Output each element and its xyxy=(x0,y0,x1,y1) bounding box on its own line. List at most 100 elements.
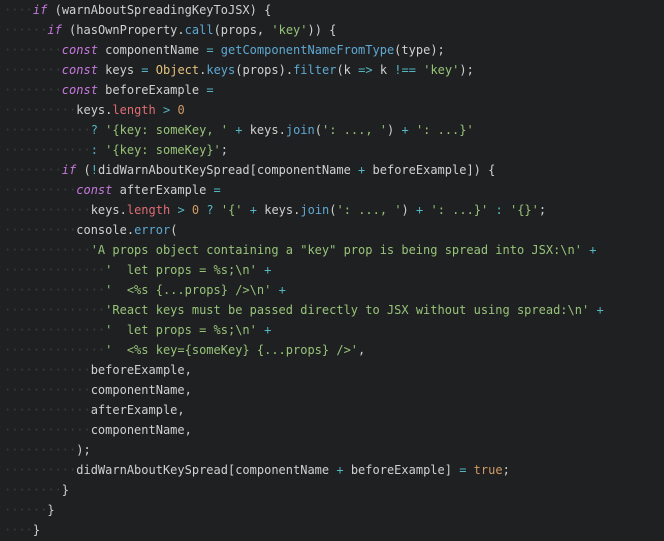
token-pn: , xyxy=(358,343,365,357)
token-id: beforeExample xyxy=(105,83,199,97)
token-ws: ······ xyxy=(4,503,47,517)
code-line: ············componentName, xyxy=(4,383,192,397)
token-pn xyxy=(214,43,221,57)
token-dec: const xyxy=(62,83,98,97)
token-op: ! xyxy=(91,163,98,177)
token-op: + xyxy=(279,283,286,297)
token-ws: ·········· xyxy=(4,443,76,457)
token-num: 0 xyxy=(177,103,184,117)
token-pn: ( xyxy=(336,63,343,77)
token-str: '{key: someKey, ' xyxy=(105,123,228,137)
token-op: : xyxy=(496,203,503,217)
token-pn xyxy=(206,183,213,197)
token-id: hasOwnProperty xyxy=(76,23,177,37)
token-fn: getComponentNameFromType xyxy=(221,43,394,57)
code-line: ········const keys = Object.keys(props).… xyxy=(4,63,474,77)
code-line: ··········const afterExample = xyxy=(4,183,221,197)
token-pn: ; xyxy=(221,143,228,157)
token-str: '{' xyxy=(221,203,243,217)
token-pn xyxy=(214,203,221,217)
token-ws: ············ xyxy=(4,383,91,397)
code-line: ··········console.error( xyxy=(4,223,177,237)
token-str: ': ...}' xyxy=(430,203,488,217)
token-str: '{key: someKey}' xyxy=(105,143,221,157)
token-id: keys xyxy=(76,103,105,117)
token-pn xyxy=(149,63,156,77)
token-op: = xyxy=(214,183,221,197)
token-pn: ; xyxy=(503,463,510,477)
token-ws: ············ xyxy=(4,403,91,417)
token-id: k xyxy=(344,63,351,77)
token-op: = xyxy=(206,83,213,97)
token-ws: ············ xyxy=(4,423,91,437)
token-pn xyxy=(351,163,358,177)
code-line: ··············' let props = %s;\n' + xyxy=(4,323,271,337)
token-pn: ] xyxy=(445,463,459,477)
token-ws: ·········· xyxy=(4,223,76,237)
code-line: ············componentName, xyxy=(4,423,192,437)
token-kw: if xyxy=(62,163,76,177)
code-line: ····} xyxy=(4,523,40,537)
token-ws: ·············· xyxy=(4,263,105,277)
token-id: props xyxy=(221,23,257,37)
token-ws: ·············· xyxy=(4,343,105,357)
token-op: !== xyxy=(394,63,416,77)
token-pn xyxy=(344,463,351,477)
token-id: warnAboutSpreadingKeyToJSX xyxy=(62,3,250,17)
token-bool: true xyxy=(474,463,503,477)
token-str: ' <%s key={someKey} {...props} />' xyxy=(105,343,358,357)
token-id: beforeExample xyxy=(91,363,185,377)
token-id: k xyxy=(380,63,387,77)
token-pn xyxy=(271,283,278,297)
token-pn xyxy=(156,103,163,117)
token-pn xyxy=(112,183,119,197)
token-ws: ·············· xyxy=(4,283,105,297)
token-pn: . xyxy=(120,203,127,217)
token-fn: keys xyxy=(206,63,235,77)
token-op: + xyxy=(336,463,343,477)
token-str: ' <%s {...props} />\n' xyxy=(105,283,271,297)
token-pn: , xyxy=(185,363,192,377)
token-ws: ········ xyxy=(4,63,62,77)
token-ws: ········ xyxy=(4,163,62,177)
code-line: ······} xyxy=(4,503,55,517)
token-op: > xyxy=(177,203,184,217)
token-pn xyxy=(243,203,250,217)
code-line: ········const componentName = getCompone… xyxy=(4,43,445,57)
token-ws: ···· xyxy=(4,523,33,537)
code-line: ············beforeExample, xyxy=(4,363,192,377)
token-pn xyxy=(185,203,192,217)
token-id: componentName xyxy=(235,463,329,477)
token-ws: ·············· xyxy=(4,323,105,337)
token-str: ' let props = %s;\n' xyxy=(105,323,257,337)
token-ws: ············ xyxy=(4,363,91,377)
code-line: ············? '{key: someKey, ' + keys.j… xyxy=(4,123,474,137)
token-pn xyxy=(409,123,416,137)
token-op: = xyxy=(206,43,213,57)
token-kw: if xyxy=(47,23,61,37)
token-pn xyxy=(503,203,510,217)
token-pn: ) xyxy=(402,203,416,217)
token-prop: length xyxy=(112,103,155,117)
token-op: ? xyxy=(206,203,213,217)
token-pn: ( xyxy=(235,63,242,77)
token-str: '{}' xyxy=(510,203,539,217)
token-id: keys xyxy=(91,203,120,217)
token-ws: ············ xyxy=(4,203,91,217)
token-op: = xyxy=(141,63,148,77)
token-id: props xyxy=(243,63,279,77)
token-pn: ); xyxy=(459,63,473,77)
token-pn: , xyxy=(177,403,184,417)
token-ws: ········ xyxy=(4,83,62,97)
token-pn: ( xyxy=(315,123,322,137)
code-line: ··············' <%s {...props} />\n' + xyxy=(4,283,286,297)
token-dec: const xyxy=(76,183,112,197)
token-id: keys xyxy=(264,203,293,217)
token-pn: ]) { xyxy=(466,163,495,177)
token-fn: call xyxy=(185,23,214,37)
token-op: ? xyxy=(91,123,98,137)
token-fn: filter xyxy=(293,63,336,77)
code-editor[interactable]: ····if (warnAboutSpreadingKeyToJSX) { ··… xyxy=(0,0,664,540)
token-ws: ········ xyxy=(4,483,62,497)
token-pn: [ xyxy=(250,163,257,177)
